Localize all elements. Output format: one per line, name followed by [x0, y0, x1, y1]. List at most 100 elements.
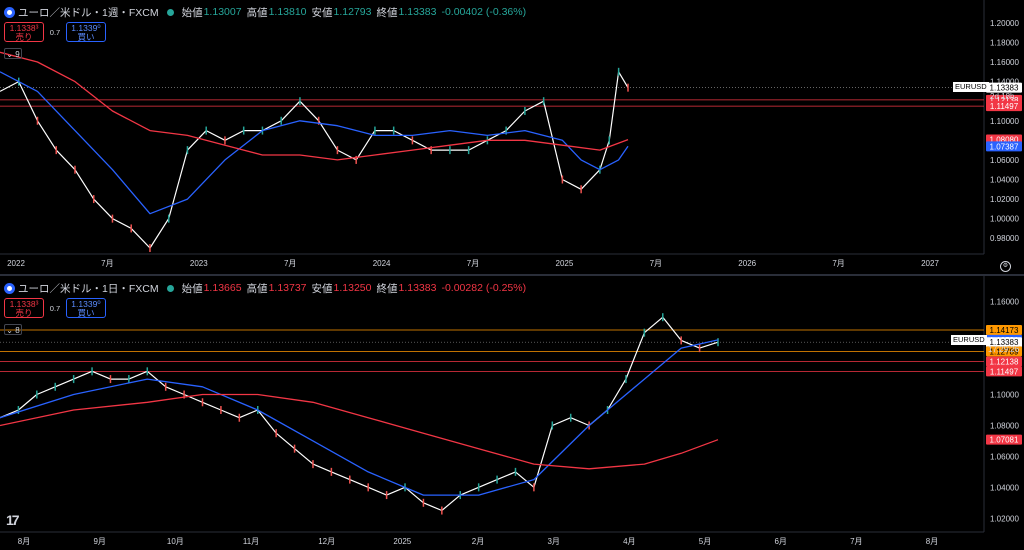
daily-chart-pane[interactable]: 1.160001.140001.120001.100001.080001.060… [0, 276, 1024, 550]
market-open-icon [166, 8, 174, 16]
close-value: 1.13383 [398, 282, 437, 294]
price-tag-label: 1.12138 [990, 357, 1019, 366]
weekly-legend: ユーロ／米ドル・1週・FXCM 始値 1.13007 高値 1.13810 安値 1.… [4, 4, 531, 20]
y-tick-label: 0.98000 [990, 234, 1019, 243]
countdown-label: 2d 18h [990, 92, 1015, 101]
price-tag: 1.11497 [986, 101, 1022, 112]
indicators-toggle[interactable]: ⌄ 8 [4, 324, 22, 335]
high-label: 高値 [246, 6, 268, 19]
fxcm-logo-icon [4, 6, 15, 18]
open-value: 1.13007 [203, 6, 242, 18]
low-value: 1.13250 [333, 282, 372, 294]
buy-label: 買い [77, 32, 95, 42]
y-tick-label: 1.00000 [990, 215, 1019, 224]
time-axis-label: 6月 [774, 537, 786, 546]
time-axis-label: 7月 [850, 537, 862, 546]
series-line-price [0, 316, 719, 512]
time-axis-label: 7月 [650, 259, 662, 268]
series-line-ma-short [0, 339, 719, 496]
buy-label: 買い [77, 308, 95, 318]
y-tick-label: 1.10000 [990, 391, 1019, 400]
indicator-count: 8 [15, 326, 20, 335]
time-axis-label: 8月 [18, 537, 30, 546]
price-tag: 1.11497 [986, 366, 1022, 377]
y-tick-label: 1.08000 [990, 421, 1019, 430]
sell-button[interactable]: 1.1338³ 売り [4, 22, 44, 42]
open-value: 1.13665 [203, 282, 242, 294]
chevron-down-icon: ⌄ [6, 326, 13, 335]
daily-chart-canvas[interactable]: 1.160001.140001.120001.100001.080001.060… [0, 276, 1024, 550]
time-axis-label: 2025 [556, 259, 574, 268]
time-axis-label: 7月 [101, 259, 113, 268]
sell-label: 売り [15, 32, 33, 42]
time-axis-label: 2024 [373, 259, 391, 268]
y-tick-label: 1.10000 [990, 117, 1019, 126]
price-tag-label: 1.11497 [990, 367, 1019, 376]
time-axis-label: 7月 [467, 259, 479, 268]
time-axis-label: 2027 [921, 259, 939, 268]
symbol-tag: EURUSD [951, 335, 987, 345]
price-tag: 1.14173 [986, 324, 1022, 335]
market-open-icon [166, 284, 174, 292]
time-axis-label: 2025 [393, 537, 411, 546]
y-tick-label: 1.16000 [990, 58, 1019, 67]
time-axis-label: 7月 [832, 259, 844, 268]
time-axis-label: 2022 [7, 259, 25, 268]
weekly-chart-canvas[interactable]: 1.200001.180001.160001.140001.120001.100… [0, 0, 1024, 274]
y-tick-label: 1.02000 [990, 514, 1019, 523]
time-axis-label: 10月 [167, 537, 184, 546]
high-value: 1.13810 [268, 6, 307, 18]
y-tick-label: 1.06000 [990, 452, 1019, 461]
y-tick-label: 1.18000 [990, 38, 1019, 47]
fxcm-logo-icon [4, 282, 15, 294]
symbol-title[interactable]: ユーロ／米ドル・1日・FXCM [18, 281, 159, 296]
close-value: 1.13383 [398, 6, 437, 18]
series-line-price [0, 71, 629, 249]
time-axis-label: 2026 [738, 259, 756, 268]
time-axis-label: 3月 [547, 537, 559, 546]
series-line-ma-short [0, 71, 629, 215]
symbol-title[interactable]: ユーロ／米ドル・1週・FXCM [18, 5, 159, 20]
high-label: 高値 [246, 282, 268, 295]
time-axis-label: 12月 [318, 537, 335, 546]
tradingview-logo-icon: 17 [6, 512, 20, 528]
trade-buttons: 1.1338³ 売り 0.7 1.1339⁰ 買い [4, 298, 106, 318]
symbol-tag: EURUSD [953, 82, 989, 92]
price-tag-label: 1.07081 [990, 436, 1019, 445]
price-tag-label: 1.07387 [990, 142, 1019, 151]
close-label: 終値 [376, 282, 398, 295]
buy-button[interactable]: 1.1339⁰ 買い [66, 298, 106, 318]
change-value: -0.00282 (-0.25%) [441, 282, 527, 294]
weekly-chart-pane[interactable]: 1.200001.180001.160001.140001.120001.100… [0, 0, 1024, 274]
time-axis-label: 5月 [699, 537, 711, 546]
open-label: 始値 [181, 282, 203, 295]
settings-icon[interactable]: ⚙ [1000, 261, 1011, 272]
high-value: 1.13737 [268, 282, 307, 294]
price-tag: 1.12138 [986, 356, 1022, 367]
close-label: 終値 [376, 6, 398, 19]
countdown-label: 17:29:26 [988, 345, 1020, 354]
sell-button[interactable]: 1.1338³ 売り [4, 298, 44, 318]
y-tick-label: 1.04000 [990, 175, 1019, 184]
chevron-down-icon: ⌄ [6, 50, 13, 59]
price-tag-label: 1.11497 [990, 102, 1019, 111]
time-axis-label: 4月 [623, 537, 635, 546]
sell-label: 売り [15, 308, 33, 318]
change-value: -0.00402 (-0.36%) [441, 6, 527, 18]
y-tick-label: 1.16000 [990, 298, 1019, 307]
buy-button[interactable]: 1.1339⁰ 買い [66, 22, 106, 42]
indicator-count: 9 [15, 50, 20, 59]
time-axis-label: 11月 [243, 537, 259, 546]
time-axis-label: 7月 [284, 259, 296, 268]
daily-legend: ユーロ／米ドル・1日・FXCM 始値 1.13665 高値 1.13737 安値 1.… [4, 280, 531, 296]
y-tick-label: 1.20000 [990, 19, 1019, 28]
y-tick-label: 1.02000 [990, 195, 1019, 204]
y-tick-label: 1.06000 [990, 156, 1019, 165]
time-axis-label: 2月 [472, 537, 484, 546]
low-label: 安値 [311, 282, 333, 295]
indicators-toggle[interactable]: ⌄ 9 [4, 48, 22, 59]
price-tag: 1.07081 [986, 434, 1022, 445]
low-label: 安値 [311, 6, 333, 19]
time-axis-label: 9月 [93, 537, 105, 546]
time-axis-label: 8月 [926, 537, 938, 546]
